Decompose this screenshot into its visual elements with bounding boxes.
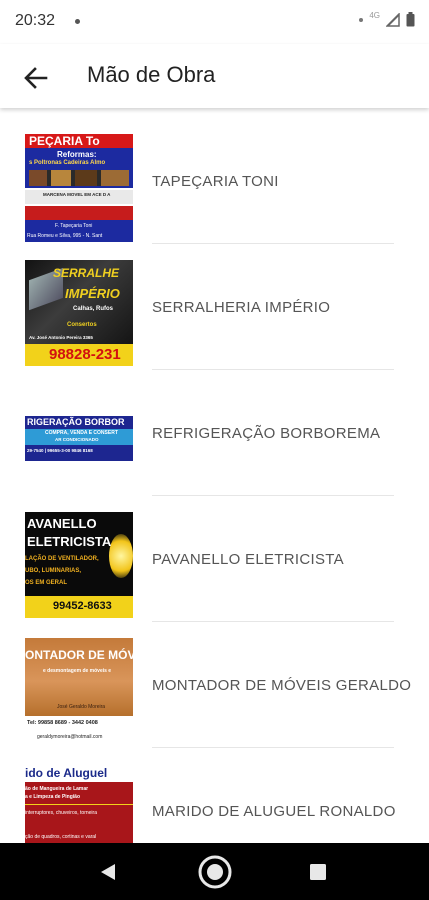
list-item-refrigeracao-borborema[interactable]: RIGERAÇÃO BORBOR COMPRA, VENDA E CONSERT… <box>0 370 429 496</box>
thumb-line: José Geraldo Moreira <box>57 704 106 710</box>
thumb-line: ELETRICISTA <box>27 534 112 549</box>
thumb-line: LAÇÃO DE VENTILADOR, <box>25 556 99 562</box>
network-type: 4G <box>369 11 380 20</box>
serralheria-imperio-thumbnail: SERRALHE IMPÉRIO Calhas, Rufos Consertos… <box>25 260 133 366</box>
thumb-line: OS EM GERAL <box>25 580 68 586</box>
item-label: REFRIGERAÇÃO BORBOREMA <box>152 424 381 442</box>
thumb-line: interruptores, chuveiros, torneira <box>25 810 97 816</box>
thumb-line: s Poltronas Cadeiras Almo <box>29 160 106 166</box>
thumb-title: ido de Aluguel <box>25 766 108 780</box>
status-time: 20:32 <box>15 12 56 29</box>
thumb-line: UBO, LUMINARIAS, <box>25 568 81 574</box>
thumb-line: MARCENA MOVEL EM ACE D A <box>43 192 111 197</box>
nav-back-icon[interactable] <box>98 862 118 882</box>
thumb-line: ção de quadros, cortinas e varal <box>25 834 97 840</box>
thumb-line: Tel: 99858 8689 - 3442 0408 <box>27 720 98 726</box>
list-item-marido-de-aluguel-ronaldo[interactable]: ido de Aluguel ão de Mangueira de Lamar … <box>0 748 429 843</box>
navigation-bar <box>0 843 429 900</box>
thumb-line: Calhas, Rufos <box>73 306 114 312</box>
thumb-line: IMPÉRIO <box>65 286 120 301</box>
thumb-line: AR CONDICIONADO <box>55 437 99 442</box>
marido-de-aluguel-thumbnail: ido de Aluguel ão de Mangueira de Lamar … <box>25 764 133 843</box>
item-label: SERRALHERIA IMPÉRIO <box>152 298 331 316</box>
nav-home-icon[interactable] <box>197 854 233 890</box>
tapecaria-toni-thumbnail: PEÇARIA To Reformas: s Poltronas Cadeira… <box>25 134 133 242</box>
thumb-title: AVANELLO <box>27 516 97 531</box>
thumb-line: e desmontagem de móveis e <box>43 668 112 674</box>
thumb-title: SERRALHE <box>53 266 120 280</box>
notification-dot-icon <box>75 19 80 24</box>
thumb-line: Rua Romeu e Silva, 995 - N. Sant <box>27 233 103 239</box>
thumb-line: 29-7540 | 99655-3-00 9846 8168 <box>27 448 93 453</box>
list-item-tapecaria-toni[interactable]: PEÇARIA To Reformas: s Poltronas Cadeira… <box>0 118 429 244</box>
nav-recents-icon[interactable] <box>309 863 327 881</box>
item-label: MONTADOR DE MÓVEIS GERALDO <box>152 676 412 694</box>
status-icons: 4G <box>359 11 415 27</box>
list-item-serralheria-imperio[interactable]: SERRALHE IMPÉRIO Calhas, Rufos Consertos… <box>0 244 429 370</box>
signal-icon <box>386 12 400 27</box>
thumb-line: Av. José Antonio Pereira 3365 <box>29 335 93 340</box>
dot-icon <box>359 17 364 22</box>
thumb-title: RIGERAÇÃO BORBOR <box>27 417 125 427</box>
page-title: Mão de Obra <box>87 62 216 87</box>
item-label: MARIDO DE ALUGUEL RONALDO <box>152 802 396 820</box>
thumb-line: F. Tapeçaria Toni <box>55 223 93 229</box>
item-label: PAVANELLO ELETRICISTA <box>152 550 344 568</box>
thumb-phone: 99452-8633 <box>53 600 112 612</box>
thumb-line: Reformas: <box>57 150 97 159</box>
thumb-line: COMPRA, VENDA E CONSERT <box>45 430 118 436</box>
item-label: TAPEÇARIA TONI <box>152 172 279 190</box>
thumb-phone: 98828-231 <box>49 346 121 363</box>
thumb-line: Consertos <box>67 322 97 328</box>
refrigeracao-borborema-thumbnail: RIGERAÇÃO BORBOR COMPRA, VENDA E CONSERT… <box>25 416 133 461</box>
thumb-line: geraldymoreira@hotmail.com <box>37 734 103 740</box>
montador-de-moveis-thumbnail: ONTADOR DE MÓVE e desmontagem de móveis … <box>25 638 133 746</box>
list-item-montador-de-moveis-geraldo[interactable]: ONTADOR DE MÓVE e desmontagem de móveis … <box>0 622 429 748</box>
provider-list: PEÇARIA To Reformas: s Poltronas Cadeira… <box>0 118 429 843</box>
thumb-line: ão de Mangueira de Lamar <box>25 786 89 792</box>
arrow-back-icon[interactable] <box>22 64 50 92</box>
app-bar: Mão de Obra <box>0 44 429 108</box>
list-item-pavanello-eletricista[interactable]: AVANELLO ELETRICISTA LAÇÃO DE VENTILADOR… <box>0 496 429 622</box>
pavanello-eletricista-thumbnail: AVANELLO ELETRICISTA LAÇÃO DE VENTILADOR… <box>25 512 133 618</box>
status-bar: 20:32 4G <box>0 0 429 44</box>
thumb-title: PEÇARIA To <box>29 134 100 148</box>
thumb-title: ONTADOR DE MÓVE <box>25 648 133 662</box>
thumb-line: a e Limpeza de Pingião <box>25 794 81 800</box>
battery-icon <box>406 12 415 27</box>
